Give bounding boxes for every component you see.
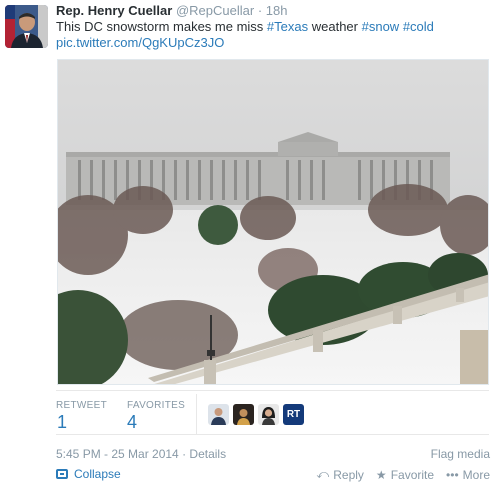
- favorite-button[interactable]: ★ Favorite: [376, 467, 434, 482]
- more-button[interactable]: ••• More: [446, 467, 490, 482]
- reply-button[interactable]: ⤺ Reply: [316, 467, 364, 482]
- tweet-meta: 5:45 PM - 25 Mar 2014 · Details: [56, 447, 226, 461]
- favoriter-avatar-4[interactable]: RT: [283, 404, 304, 425]
- stats-bottom-rule: [56, 434, 489, 435]
- tweet-text-lead: This DC snowstorm makes me miss: [56, 19, 267, 34]
- collapse-icon: [56, 469, 68, 479]
- user-avatar-dark-icon: [233, 404, 254, 425]
- favoriter-avatar-3[interactable]: [258, 404, 279, 425]
- favorites-count[interactable]: 4: [127, 412, 137, 433]
- more-label: More: [462, 467, 490, 482]
- tweet-card: Rep. Henry Cuellar @RepCuellar · 18h Thi…: [0, 0, 500, 488]
- tweet-header: Rep. Henry Cuellar @RepCuellar · 18h: [56, 3, 287, 19]
- tweet-photo[interactable]: [57, 59, 489, 385]
- retweets-label[interactable]: RETWEET: [56, 400, 107, 411]
- tweet-text: This DC snowstorm makes me miss #Texas w…: [56, 19, 486, 35]
- favorites-label[interactable]: FAVORITES: [127, 400, 185, 411]
- star-icon: ★: [375, 467, 387, 482]
- reply-label: Reply: [333, 467, 364, 482]
- hashtag-cold[interactable]: #cold: [403, 19, 434, 34]
- user-avatar-woman-icon: [258, 404, 279, 425]
- more-dots-icon: •••: [446, 467, 459, 482]
- hashtag-snow[interactable]: #snow: [362, 19, 400, 34]
- favoriter-avatar-2[interactable]: [233, 404, 254, 425]
- meta-separator: ·: [182, 447, 187, 461]
- header-separator: ·: [257, 3, 263, 18]
- tweet-actions: ⤺ Reply ★ Favorite ••• More: [316, 467, 490, 482]
- tweet-time[interactable]: 18h: [266, 3, 288, 18]
- author-screen-name[interactable]: @RepCuellar: [176, 3, 254, 18]
- snowy-capitol-photo: [58, 60, 488, 384]
- collapse-button[interactable]: Collapse: [56, 467, 121, 481]
- profile-avatar[interactable]: [5, 5, 48, 48]
- author-full-name[interactable]: Rep. Henry Cuellar: [56, 3, 172, 18]
- tweet-timestamp[interactable]: 5:45 PM - 25 Mar 2014: [56, 447, 179, 461]
- user-avatar-man-icon: [208, 404, 229, 425]
- favoriter-avatar-1[interactable]: [208, 404, 229, 425]
- retweets-count[interactable]: 1: [57, 412, 67, 433]
- rt-logo-icon: RT: [286, 409, 301, 420]
- pic-link[interactable]: pic.twitter.com/QgKUpCz3JO: [56, 35, 224, 51]
- reply-icon: ⤺: [316, 467, 330, 481]
- details-link[interactable]: Details: [189, 447, 226, 461]
- collapse-label: Collapse: [74, 467, 121, 481]
- hashtag-texas[interactable]: #Texas: [267, 19, 308, 34]
- flag-media-link[interactable]: Flag media: [431, 447, 490, 461]
- tweet-text-mid: weather: [308, 19, 362, 34]
- profile-photo-icon: [5, 5, 48, 48]
- stats-divider: [196, 394, 197, 434]
- favorite-label: Favorite: [390, 467, 435, 482]
- stats-top-rule: [56, 390, 489, 391]
